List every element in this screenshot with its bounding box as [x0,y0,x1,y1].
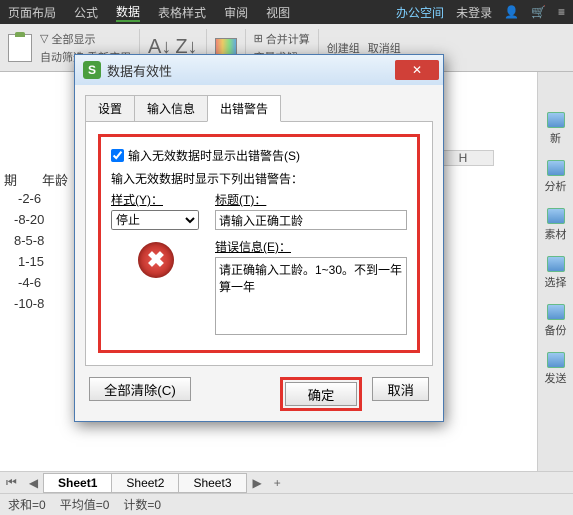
dialog-title: 数据有效性 [107,61,172,80]
show-alert-label: 输入无效数据时显示出错警告(S) [128,147,300,164]
login-status[interactable]: 未登录 [456,4,492,21]
menu-more-icon[interactable]: ≡ [558,5,565,19]
cart-icon[interactable]: 🛒 [531,5,546,19]
tab-input-message[interactable]: 输入信息 [134,95,208,122]
user-icon[interactable]: 👤 [504,5,519,19]
menu-data[interactable]: 数据 [116,3,140,22]
dialog-tabs: 设置 输入信息 出错警告 [85,95,433,122]
clear-all-button[interactable]: 全部清除(C) [89,377,191,401]
office-space[interactable]: 办公空间 [396,4,444,21]
sheet-tab-1[interactable]: Sheet1 [43,473,112,493]
menu-review[interactable]: 审阅 [224,4,248,21]
menu-tablestyle[interactable]: 表格样式 [158,4,206,21]
sidebar-select[interactable]: 选择 [545,256,567,290]
analysis-icon [547,160,565,176]
group-label: 输入无效数据时显示下列出错警告： [111,170,407,187]
app-icon: S [83,61,101,79]
new-icon [547,112,565,128]
sheet-tabs: ⏮ ◀ Sheet1 Sheet2 Sheet3 ▶ + [0,471,573,493]
cell: 8-5-8 [14,233,44,248]
select-icon [547,256,565,272]
menu-formula[interactable]: 公式 [74,4,98,21]
sidebar-backup[interactable]: 备份 [545,304,567,338]
sidebar-material[interactable]: 素材 [545,208,567,242]
dialog-body: 输入无效数据时显示出错警告(S) 输入无效数据时显示下列出错警告： 样式(Y)：… [85,121,433,366]
menubar: 页面布局 公式 数据 表格样式 审阅 视图 办公空间 未登录 👤 🛒 ≡ [0,0,573,24]
title-label: 标题(T)： [215,191,407,208]
row-header-1: 期 [4,170,17,189]
material-icon [547,208,565,224]
cell: 1-15 [18,254,44,269]
sidebar-send[interactable]: 发送 [545,352,567,386]
tab-settings[interactable]: 设置 [85,95,135,122]
cell: -8-20 [14,212,44,227]
status-count: 计数=0 [123,496,161,513]
cell: -4-6 [18,275,41,290]
send-icon [547,352,565,368]
style-select[interactable]: 停止 [111,210,199,230]
cell: -10-8 [14,296,44,311]
clipboard-icon[interactable] [8,34,32,62]
status-sum: 求和=0 [8,496,46,513]
show-alert-checkbox[interactable] [111,149,124,162]
cell: -2-6 [18,191,41,206]
sidebar: 新 分析 素材 选择 备份 发送 [537,72,573,471]
ok-highlight: 确定 [280,377,363,411]
message-label: 错误信息(E)： [215,238,407,255]
cancel-button[interactable]: 取消 [372,377,429,401]
dialog-buttons: 全部清除(C) 确定 取消 [75,367,443,421]
tab-error-alert[interactable]: 出错警告 [207,95,281,122]
ok-button[interactable]: 确定 [285,382,358,406]
backup-icon [547,304,565,320]
sidebar-analysis[interactable]: 分析 [545,160,567,194]
statusbar: 求和=0 平均值=0 计数=0 [0,493,573,515]
merge-calc[interactable]: ⊞ 合并计算 [254,31,310,47]
sidebar-new[interactable]: 新 [547,112,565,146]
data-validation-dialog: S 数据有效性 ✕ 设置 输入信息 出错警告 输入无效数据时显示出错警告(S) … [74,54,444,422]
add-sheet-button[interactable]: + [268,476,287,490]
sheet-tab-3[interactable]: Sheet3 [178,473,246,493]
style-label: 样式(Y)： [111,191,201,208]
message-textarea[interactable]: 请正确输入工龄。1~30。不到一年算一年 [215,257,407,335]
sheet-next-icon[interactable]: ▶ [247,476,268,490]
dialog-titlebar[interactable]: S 数据有效性 ✕ [75,55,443,85]
title-input[interactable] [215,210,407,230]
show-all[interactable]: ▽ 全部显示 [40,31,131,47]
sheet-first-icon[interactable]: ⏮ [0,475,23,490]
highlight-box: 输入无效数据时显示出错警告(S) 输入无效数据时显示下列出错警告： 样式(Y)：… [98,134,420,353]
menu-view[interactable]: 视图 [266,4,290,21]
menu-page-layout[interactable]: 页面布局 [8,4,56,21]
row-header-2: 年龄 [42,170,68,189]
sheet-tab-2[interactable]: Sheet2 [111,473,179,493]
error-icon: ✖ [138,242,174,278]
close-button[interactable]: ✕ [395,60,439,80]
status-avg: 平均值=0 [60,496,110,513]
sheet-prev-icon[interactable]: ◀ [23,476,44,490]
